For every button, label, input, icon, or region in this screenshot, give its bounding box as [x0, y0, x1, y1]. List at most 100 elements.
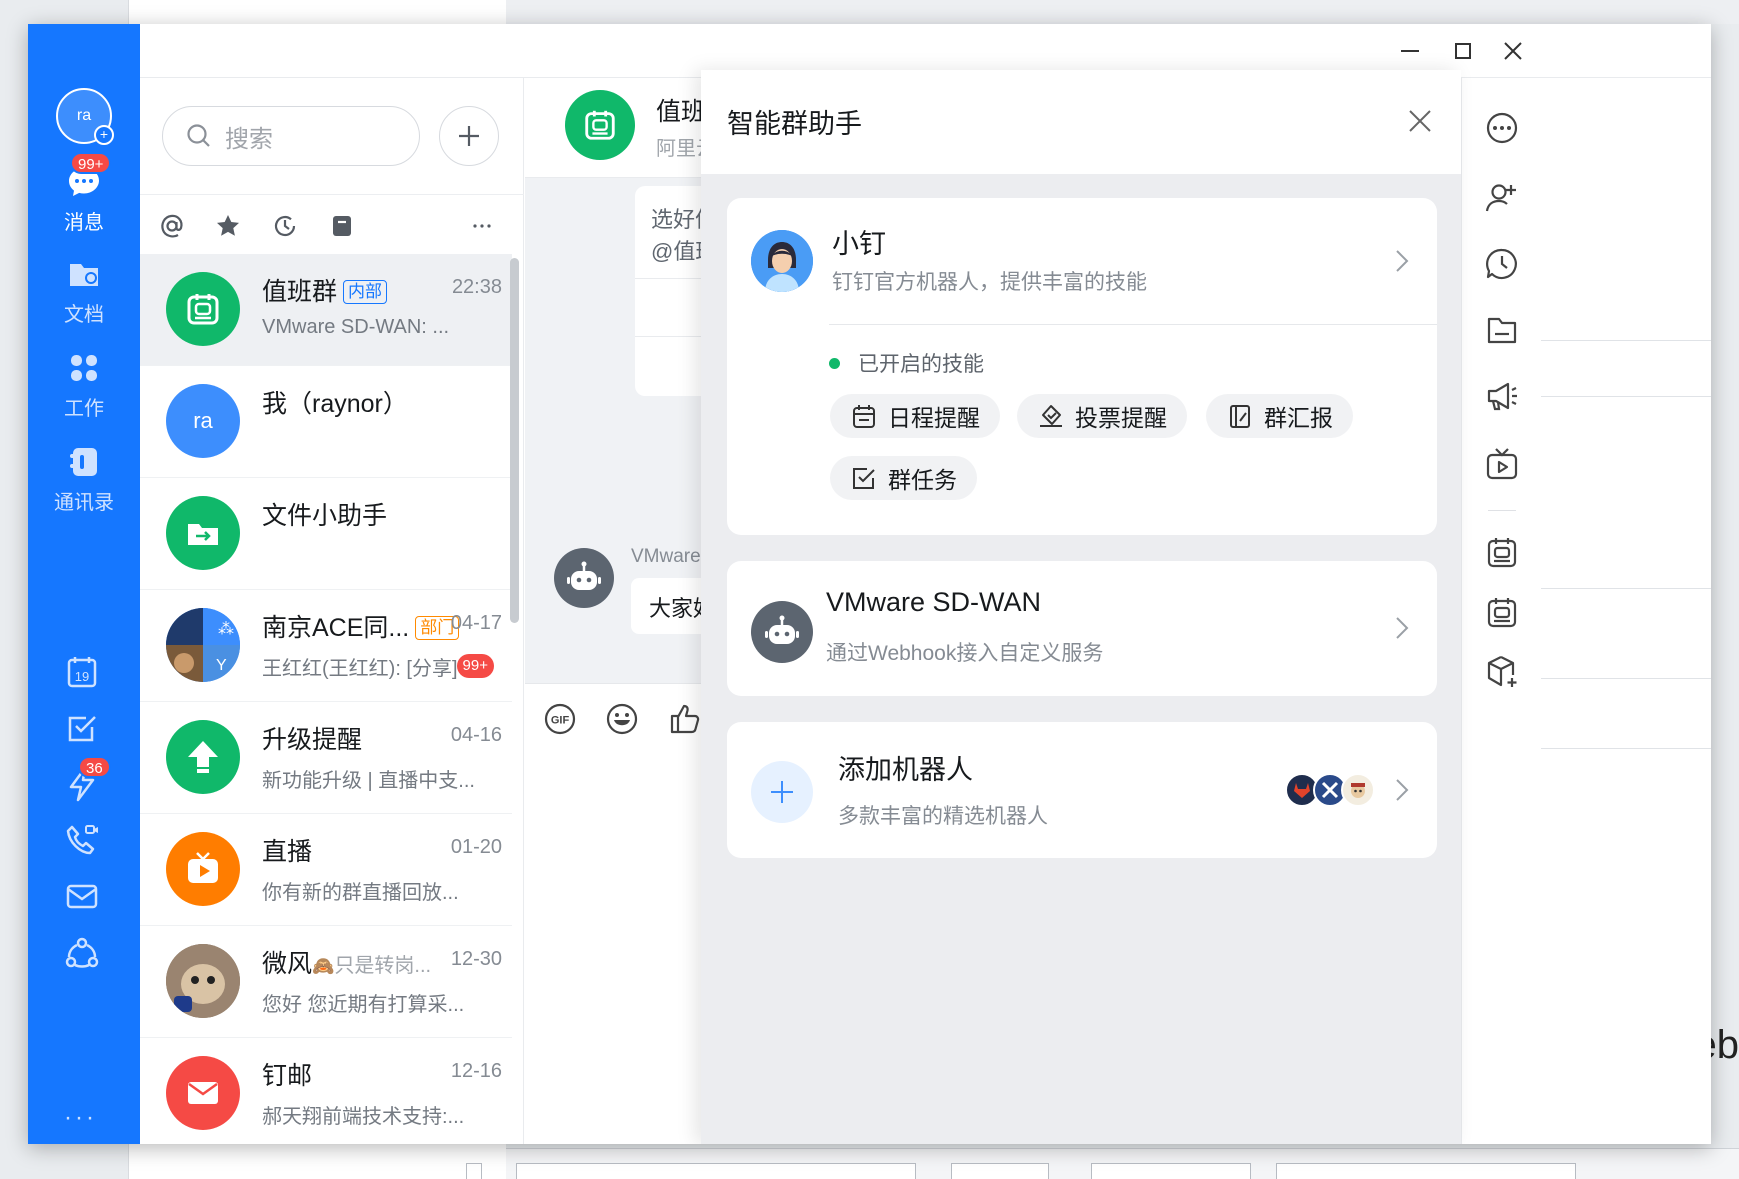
add-app-cube-icon[interactable]	[1484, 654, 1520, 690]
conversation-item[interactable]: 文件小助手	[140, 478, 512, 590]
plus-icon	[459, 126, 479, 146]
svg-text:Y: Y	[216, 657, 227, 674]
nav-item-contacts[interactable]: 通讯录	[28, 444, 140, 515]
skill-chip-task[interactable]: 群任务	[830, 456, 977, 500]
more-dots-icon[interactable]	[468, 212, 496, 240]
plus-icon	[771, 781, 793, 803]
xiaoding-card: 小钉 钉钉官方机器人，提供丰富的技能 已开启的技能 日程提醒 投票提醒 群汇报	[727, 198, 1437, 535]
conversation-item[interactable]: ⁂ Y 南京ACE同... 部门 04-17 王红红(王红红): [分享] 99+	[140, 590, 512, 702]
calendar-icon[interactable]: 19	[62, 652, 102, 692]
conversation-item[interactable]: 升级提醒 04-16 新功能升级 | 直播中支...	[140, 702, 512, 814]
conversation-preview: VMware SD-WAN: ...	[262, 316, 450, 338]
create-button[interactable]	[439, 106, 499, 166]
duty-app-icon[interactable]	[1484, 594, 1520, 630]
background-field	[951, 1163, 1049, 1179]
more-options-icon[interactable]	[1484, 110, 1520, 146]
mail-icon[interactable]	[62, 876, 102, 916]
add-member-icon[interactable]	[1484, 180, 1520, 216]
xiaoding-avatar[interactable]	[751, 230, 813, 292]
ding-badge: 36	[78, 756, 111, 778]
folder-transfer-icon	[188, 524, 218, 545]
chat-group-avatar[interactable]	[565, 90, 635, 160]
unread-badge: 99+	[456, 654, 494, 678]
conversation-time: 22:38	[451, 276, 502, 298]
close-panel-icon[interactable]	[1405, 106, 1435, 136]
group-live-icon[interactable]	[1484, 446, 1520, 482]
butler-bot-icon	[1341, 773, 1375, 807]
unread-badge: 99+	[70, 152, 112, 174]
add-robot-avatar	[751, 761, 813, 823]
more-apps-button[interactable]: ···	[64, 1104, 97, 1132]
emoji-icon[interactable]	[605, 702, 639, 736]
task-check-icon	[853, 468, 875, 489]
internal-tag: 内部	[343, 280, 388, 304]
background-line	[1541, 588, 1711, 589]
duty-app-icon[interactable]	[1484, 534, 1520, 570]
conversation-name: 升级提醒	[262, 726, 363, 754]
bot-description: 钉钉官方机器人，提供丰富的技能	[832, 271, 1147, 294]
maximize-button[interactable]	[1448, 36, 1478, 66]
conversation-time: 01-20	[450, 836, 502, 858]
nav-label: 文档	[64, 304, 104, 326]
recent-clock-icon[interactable]	[271, 212, 299, 240]
mail-avatar	[166, 1056, 240, 1130]
report-icon	[1230, 405, 1250, 428]
photo-avatar	[166, 944, 240, 1018]
at-mention-icon[interactable]	[158, 212, 186, 240]
announcement-icon[interactable]	[1484, 378, 1520, 414]
skill-chip-schedule[interactable]: 日程提醒	[830, 394, 1000, 438]
nav-item-docs[interactable]: 文档	[28, 256, 140, 327]
phone-video-icon[interactable]	[62, 820, 102, 860]
todo-check-icon[interactable]	[62, 708, 102, 748]
skill-chip-vote[interactable]: 投票提醒	[1017, 394, 1187, 438]
conversation-time: 04-17	[450, 612, 502, 634]
bot-avatar[interactable]	[554, 548, 614, 608]
duty-calendar-icon	[187, 294, 219, 325]
search-input[interactable]: 搜索	[162, 106, 420, 166]
conversation-item[interactable]: 直播 01-20 你有新的群直播回放...	[140, 814, 512, 926]
conversation-preview: 新功能升级 | 直播中支...	[262, 770, 475, 792]
conversation-item[interactable]: 值班群 内部 22:38 VMware SD-WAN: ...	[140, 254, 512, 366]
nav-item-work[interactable]: 工作	[28, 350, 140, 421]
chat-side-toolbar	[1461, 78, 1541, 1144]
conversation-name: 我（raynor）	[262, 390, 408, 418]
org-network-icon[interactable]	[62, 934, 102, 974]
skill-chip-report[interactable]: 群汇报	[1206, 394, 1353, 438]
archive-box-icon[interactable]	[328, 212, 356, 240]
conversation-item[interactable]: ra 我（raynor）	[140, 366, 512, 478]
nav-label: 通讯录	[54, 492, 114, 514]
svg-text:⁂: ⁂	[218, 619, 234, 638]
status-emoji-icon: 🙈	[312, 956, 335, 976]
conversation-name: 值班群 内部	[262, 272, 388, 308]
background-window-edge	[1541, 78, 1711, 1144]
duty-calendar-icon	[585, 110, 615, 140]
gif-icon[interactable]: GIF	[543, 702, 577, 736]
add-account-icon[interactable]: +	[94, 125, 114, 145]
group-collage-avatar: ⁂ Y	[166, 608, 240, 682]
add-robot-description: 多款丰富的精选机器人	[838, 805, 1048, 828]
background-field	[1091, 1163, 1251, 1179]
conversation-panel: 搜索 值班群 内部 22:38 VMware SD-WAN: ... ra 我（…	[140, 78, 524, 1144]
vmware-bot-card[interactable]: VMware SD-WAN 通过Webhook接入自定义服务	[727, 561, 1437, 696]
conversation-preview: 郝天翔前端技术支持:...	[262, 1106, 465, 1128]
add-robot-card[interactable]: 添加机器人 多款丰富的精选机器人	[727, 722, 1437, 858]
group-files-icon[interactable]	[1484, 312, 1520, 348]
conversation-scrollbar[interactable]	[510, 258, 519, 623]
close-window-button[interactable]	[1498, 36, 1528, 66]
star-icon[interactable]	[214, 212, 242, 240]
maximize-icon	[1455, 43, 1471, 59]
vote-icon	[1040, 405, 1062, 427]
thumbs-up-icon[interactable]	[668, 702, 702, 736]
conversation-name: 微风🙈只是转岗...	[262, 950, 432, 978]
bot-name: VMware SD-WAN	[826, 587, 1042, 617]
bot-name: 小钉	[832, 229, 886, 259]
conversation-name: 文件小助手	[262, 502, 388, 530]
user-avatar[interactable]: ra +	[56, 88, 114, 145]
upgrade-avatar	[166, 720, 240, 794]
minimize-button[interactable]	[1395, 36, 1425, 66]
conversation-item[interactable]: 钉邮 12-16 郝天翔前端技术支持:...	[140, 1038, 512, 1144]
conversation-item[interactable]: 微风🙈只是转岗... 12-30 您好 您近期有打算采...	[140, 926, 512, 1038]
history-clock-icon[interactable]	[1484, 246, 1520, 282]
live-avatar	[166, 832, 240, 906]
chevron-right-icon[interactable]	[1391, 246, 1413, 276]
